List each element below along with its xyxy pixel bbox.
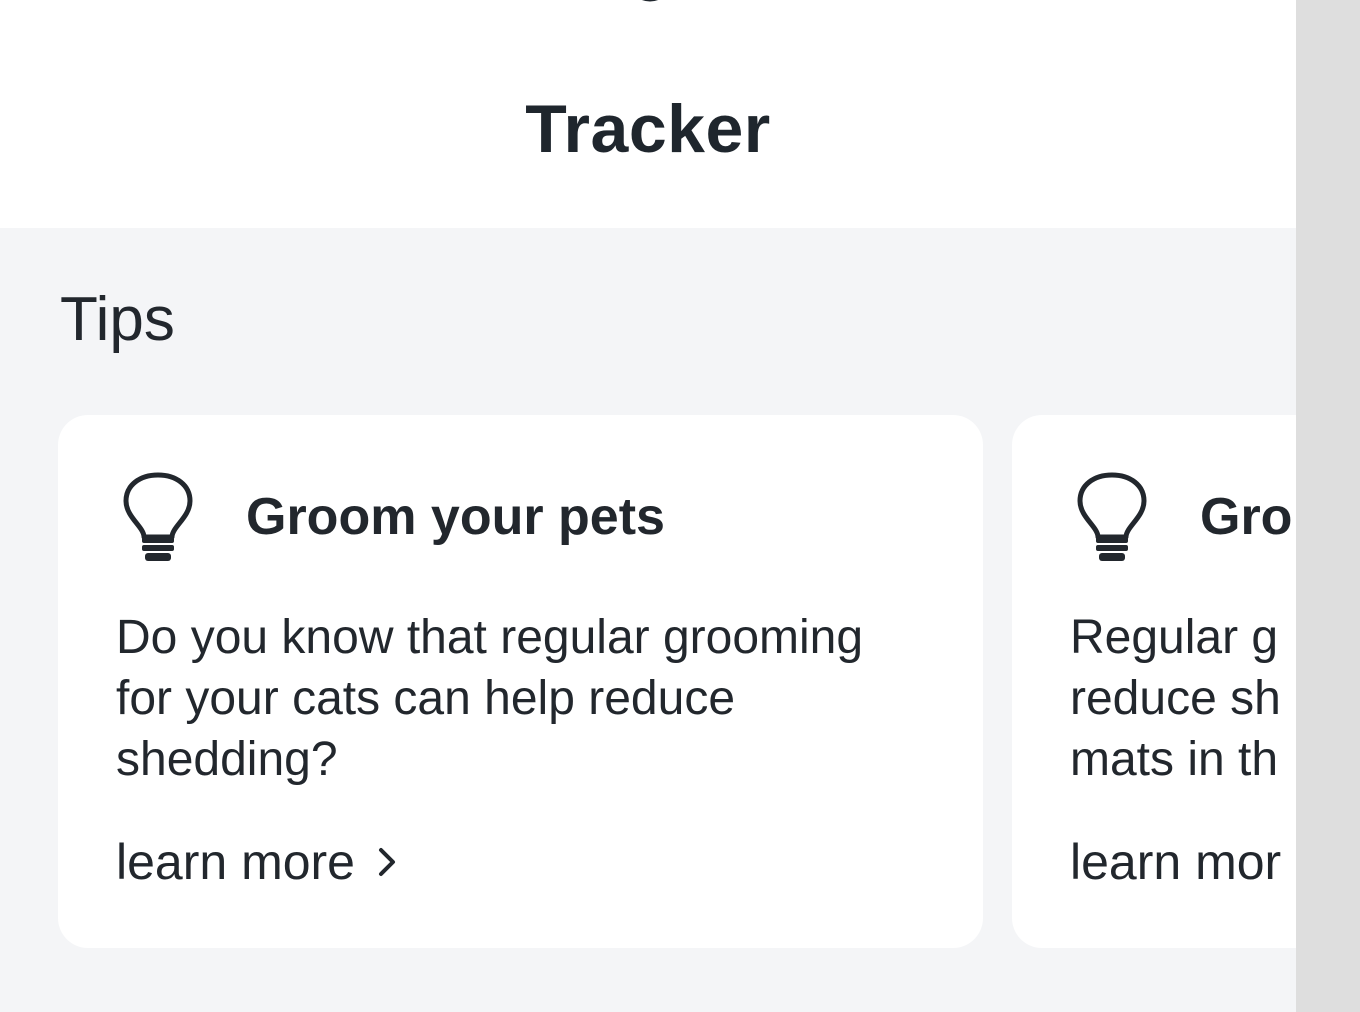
tip-card-body: Do you know that regular grooming for yo… (116, 611, 864, 786)
tip-card-body: Regular g reduce sh mats in th (1070, 607, 1296, 790)
learn-more-link[interactable]: learn more (116, 833, 401, 891)
lightbulb-icon (1077, 472, 1147, 561)
app-viewport: Tracker Tips Groom your pets Do you know… (0, 0, 1296, 1012)
tips-section-title: Tips (60, 285, 175, 354)
page-header: Tracker (0, 0, 1296, 228)
tip-card-title: Groom your pets (246, 488, 665, 546)
scrollbar-track[interactable] (1296, 0, 1360, 1012)
tip-card-body-line: reduce sh (1070, 672, 1281, 725)
page-title: Tracker (525, 91, 771, 167)
tip-card[interactable]: Gro Regular g reduce sh mats in th learn… (1012, 415, 1296, 948)
tracker-icon (642, 0, 658, 2)
tips-carousel[interactable]: Groom your pets Do you know that regular… (0, 415, 1296, 948)
learn-more-link[interactable]: learn mor (1070, 833, 1281, 891)
learn-more-label: learn mor (1070, 834, 1282, 890)
tip-card-title: Gro (1200, 488, 1293, 546)
chevron-right-icon (379, 848, 395, 876)
tip-card-body-line: Regular g (1070, 611, 1279, 664)
tip-card[interactable]: Groom your pets Do you know that regular… (58, 415, 983, 948)
tip-card-body-line: mats in th (1070, 733, 1279, 786)
lightbulb-icon (123, 472, 193, 561)
learn-more-label: learn more (116, 834, 355, 890)
